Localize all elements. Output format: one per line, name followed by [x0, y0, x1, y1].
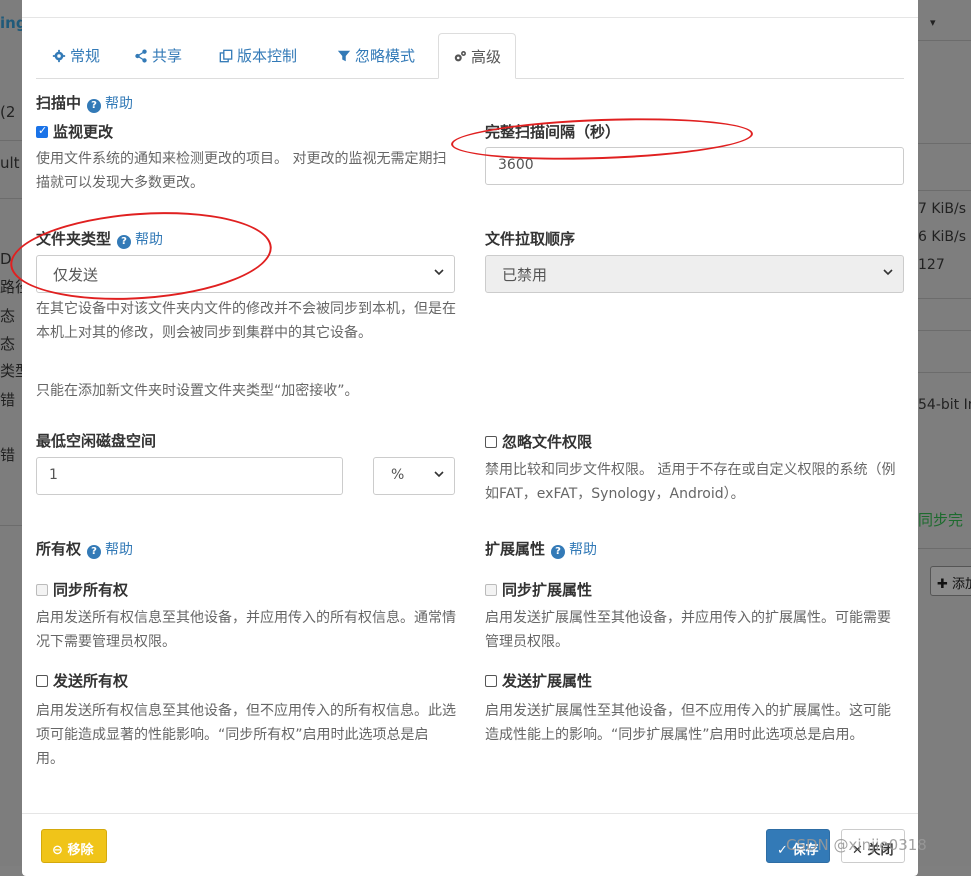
scanning-title: 扫描中? 帮助 [36, 92, 133, 113]
min-disk-free-label: 最低空闲磁盘空间 [36, 432, 157, 450]
scanning-help-link[interactable]: ? 帮助 [87, 96, 134, 113]
help-label: 帮助 [105, 542, 134, 558]
section-title-text: 扫描中 [36, 94, 82, 112]
send-xattrs-checkbox[interactable] [485, 675, 497, 687]
sync-xattrs-checkbox-row: 同步扩展属性 [485, 579, 592, 600]
bg-text: 类型 [0, 362, 22, 380]
tab-general[interactable]: 常规 [52, 33, 100, 78]
bg-text: 7 KiB/s [918, 201, 967, 217]
min-disk-free-input[interactable]: 1 [36, 457, 343, 495]
bg-text: 态 [0, 307, 16, 325]
folder-type-note: 只能在添加新文件夹时设置文件夹类型“加密接收”。 [36, 383, 359, 399]
bg-add-button: ✚ 添加 [930, 566, 971, 596]
send-ownership-label: 发送所有权 [53, 672, 129, 690]
tab-bar: 常规 共享 版本控制 忽略模式 高级 [36, 33, 904, 79]
tab-label: 忽略模式 [355, 47, 416, 65]
tab-versioning[interactable]: 版本控制 [219, 33, 297, 78]
pull-order-label: 文件拉取顺序 [485, 230, 576, 248]
ignore-permissions-description: 禁用比较和同步文件权限。 适用于不存在或自定义权限的系统（例如FAT，exFAT… [485, 462, 896, 502]
tab-label: 共享 [152, 47, 183, 65]
xattrs-help-link[interactable]: ? 帮助 [551, 542, 598, 559]
filter-icon [337, 50, 351, 62]
watch-changes-label: 监视更改 [53, 123, 114, 141]
folder-type-description: 在其它设备中对该文件夹内文件的修改并不会被同步到本机，但是在本机上对其的修改，则… [36, 301, 456, 341]
sync-ownership-description: 启用发送所有权信息至其他设备，并应用传入的所有权信息。通常情况下需要管理员权限。 [36, 610, 456, 650]
folder-settings-dialog: 常规 共享 版本控制 忽略模式 高级 扫描中?帮助 监视更改 使用文件系统的通知… [22, 0, 918, 876]
send-ownership-checkbox-row[interactable]: 发送所有权 [36, 670, 128, 691]
share-icon [135, 49, 147, 63]
watch-changes-checkbox-row[interactable]: 监视更改 [36, 121, 113, 142]
sync-ownership-label: 同步所有权 [53, 581, 129, 599]
minus-circle-icon: ⊖ [52, 843, 63, 858]
pull-order-selected-value: 已禁用 [502, 266, 548, 284]
chevron-down-icon [883, 269, 893, 276]
bg-text: ult [0, 154, 20, 172]
send-xattrs-label: 发送扩展属性 [502, 672, 593, 690]
chevron-down-icon: ▾ [930, 16, 936, 29]
chevron-down-icon [434, 471, 444, 478]
bg-text: 6 KiB/s [918, 229, 967, 245]
tab-label: 常规 [70, 47, 101, 65]
min-disk-unit-value: % [391, 467, 405, 483]
ignore-permissions-checkbox-row[interactable]: 忽略文件权限 [485, 431, 592, 452]
remove-label: 移除 [67, 843, 94, 858]
help-label: 帮助 [105, 96, 134, 112]
ownership-title: 所有权? 帮助 [36, 538, 133, 559]
send-xattrs-checkbox-row[interactable]: 发送扩展属性 [485, 670, 592, 691]
tab-label: 高级 [471, 48, 502, 66]
sync-ownership-checkbox [36, 584, 48, 596]
section-title-text: 所有权 [36, 540, 82, 558]
bg-text: 态 [0, 335, 16, 353]
bg-status-text: 同步完 [918, 511, 964, 529]
min-disk-unit-select[interactable]: % [373, 457, 455, 495]
ignore-permissions-label: 忽略文件权限 [502, 433, 593, 451]
watermark: CSDN @xinjie0318 [786, 836, 927, 854]
gear-icon [52, 49, 66, 63]
sync-xattrs-checkbox [485, 584, 497, 596]
watch-changes-checkbox[interactable] [36, 124, 48, 138]
bg-text: 54-bit In [918, 397, 971, 413]
bg-text: 错 [0, 446, 16, 464]
bg-text: 错 [0, 391, 16, 409]
question-circle-icon: ? [551, 545, 566, 559]
pull-order-select: 已禁用 [485, 255, 904, 293]
section-title-text: 扩展属性 [485, 540, 546, 558]
copy-icon [219, 49, 233, 63]
chevron-down-icon [434, 269, 444, 276]
sync-ownership-checkbox-row: 同步所有权 [36, 579, 128, 600]
background-right-strip: ▾ 7 KiB/s 6 KiB/s 127 54-bit In 同步完 ✚ 添加 [918, 0, 971, 866]
ignore-permissions-checkbox[interactable] [485, 436, 497, 448]
send-ownership-description: 启用发送所有权信息至其他设备，但不应用传入的所有权信息。此选项可能造成显著的性能… [36, 703, 456, 767]
bg-text: 127 [918, 257, 945, 273]
send-xattrs-description: 启用发送扩展属性至其他设备，但不应用传入的扩展属性。这可能造成性能上的影响。“同… [485, 703, 891, 743]
tab-advanced[interactable]: 高级 [438, 33, 517, 79]
ownership-help-link[interactable]: ? 帮助 [87, 542, 134, 559]
xattrs-title: 扩展属性? 帮助 [485, 538, 597, 559]
sync-xattrs-label: 同步扩展属性 [502, 581, 593, 599]
tab-label: 版本控制 [237, 47, 298, 65]
bg-text: (2 [0, 103, 16, 121]
tab-sharing[interactable]: 共享 [134, 33, 182, 78]
question-circle-icon: ? [87, 545, 102, 559]
send-ownership-checkbox[interactable] [36, 675, 48, 687]
remove-button[interactable]: ⊖ 移除 [41, 829, 107, 863]
sync-xattrs-description: 启用发送扩展属性至其他设备，并应用传入的扩展属性。可能需要管理员权限。 [485, 610, 891, 650]
watch-changes-description: 使用文件系统的通知来检测更改的项目。 对更改的监视无需定期扫描就可以发现大多数更… [36, 151, 447, 191]
brand-fragment: ing [0, 14, 22, 32]
background-left-strip: ing (2 ult D 路径 态 态 类型 错 错 [0, 0, 22, 866]
gears-icon [454, 51, 466, 62]
question-circle-icon: ? [87, 99, 102, 113]
tab-ignore-patterns[interactable]: 忽略模式 [337, 33, 415, 78]
help-label: 帮助 [569, 542, 598, 558]
